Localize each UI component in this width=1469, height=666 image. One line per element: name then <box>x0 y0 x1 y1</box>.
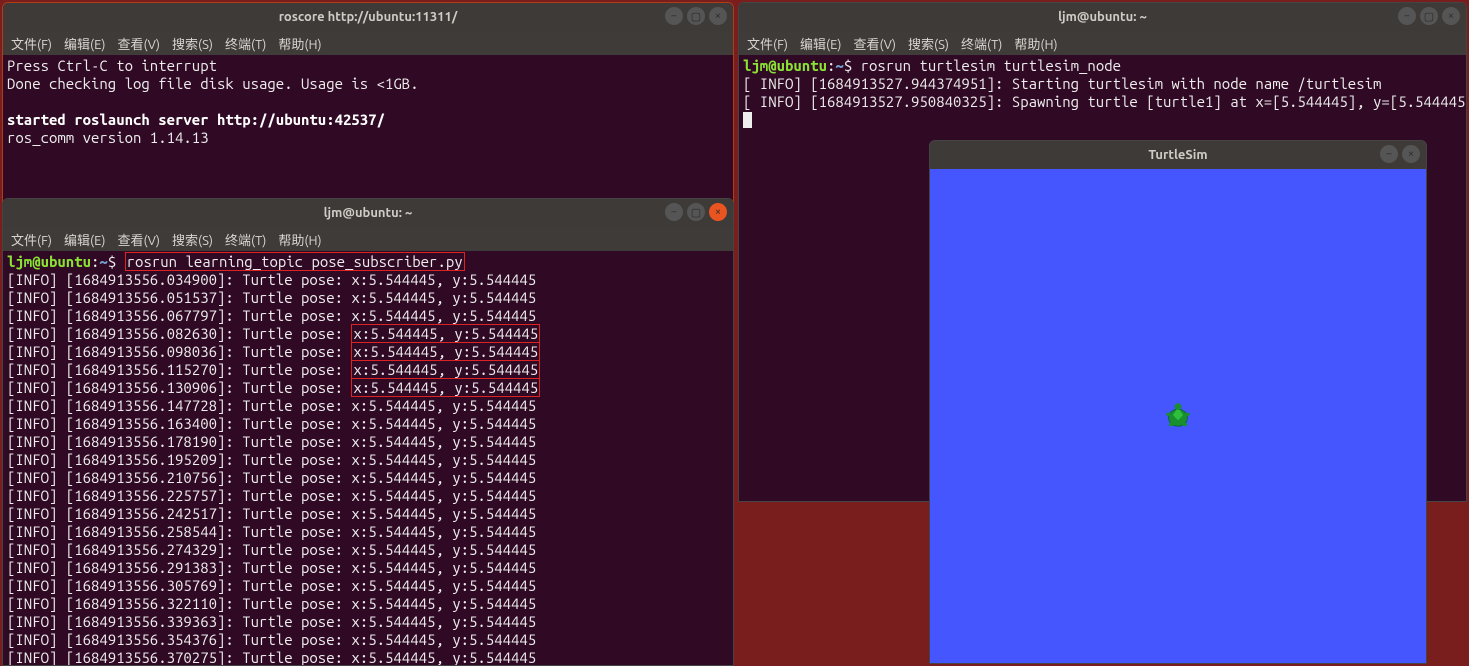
menu-item[interactable]: 搜索(S) <box>908 34 949 53</box>
menu-item[interactable]: 查看(V) <box>854 34 896 53</box>
menu-item[interactable]: 编辑(E) <box>800 34 841 53</box>
window-controls: − ▢ × <box>665 7 727 25</box>
minimize-icon[interactable]: − <box>665 203 683 221</box>
maximize-icon[interactable]: ▢ <box>1420 7 1438 25</box>
window-controls: − ▢ × <box>1398 7 1460 25</box>
titlebar-turtlenode[interactable]: ljm@ubuntu: ~ − ▢ × <box>739 3 1466 31</box>
titlebar-roscore[interactable]: roscore http://ubuntu:11311/ − ▢ × <box>3 3 733 31</box>
title-text: ljm@ubuntu: ~ <box>324 206 413 220</box>
title-text: roscore http://ubuntu:11311/ <box>279 10 458 24</box>
menu-item[interactable]: 文件(F) <box>11 230 52 249</box>
menu-item[interactable]: 帮助(H) <box>278 34 321 53</box>
close-icon[interactable]: × <box>709 7 727 25</box>
terminal-subscriber[interactable]: ljm@ubuntu: ~ − ▢ × 文件(F) 编辑(E) 查看(V) 搜索(S)… <box>2 198 734 666</box>
minimize-icon[interactable]: − <box>665 7 683 25</box>
close-icon[interactable]: × <box>1442 7 1460 25</box>
minimize-icon[interactable]: − <box>1398 7 1416 25</box>
menu-item[interactable]: 查看(V) <box>118 230 160 249</box>
menubar-turtlenode: 文件(F) 编辑(E) 查看(V) 搜索(S) 终端(T) 帮助(H) <box>739 31 1466 55</box>
menu-item[interactable]: 搜索(S) <box>172 230 213 249</box>
title-text: ljm@ubuntu: ~ <box>1058 10 1147 24</box>
menubar-subscriber: 文件(F) 编辑(E) 查看(V) 搜索(S) 终端(T) 帮助(H) <box>3 227 733 251</box>
menu-item[interactable]: 终端(T) <box>225 230 266 249</box>
maximize-icon[interactable]: ▢ <box>687 7 705 25</box>
title-text: TurtleSim <box>1148 148 1207 162</box>
terminal-body-turtlenode[interactable]: ljm@ubuntu:~$ rosrun turtlesim turtlesim… <box>739 55 1466 131</box>
maximize-icon[interactable]: ▢ <box>687 203 705 221</box>
window-controls: − ▢ × <box>665 203 727 221</box>
close-icon[interactable]: × <box>709 203 727 221</box>
menubar-roscore: 文件(F) 编辑(E) 查看(V) 搜索(S) 终端(T) 帮助(H) <box>3 31 733 55</box>
titlebar-subscriber[interactable]: ljm@ubuntu: ~ − ▢ × <box>3 199 733 227</box>
menu-item[interactable]: 文件(F) <box>11 34 52 53</box>
terminal-body-subscriber[interactable]: ljm@ubuntu:~$ rosrun learning_topic pose… <box>3 251 733 666</box>
menu-item[interactable]: 终端(T) <box>961 34 1002 53</box>
menu-item[interactable]: 编辑(E) <box>64 230 105 249</box>
turtlesim-canvas[interactable] <box>930 169 1426 663</box>
terminal-body-roscore[interactable]: Press Ctrl-C to interrupt Done checking … <box>3 55 733 185</box>
titlebar-turtlesim[interactable]: TurtleSim − × <box>930 141 1426 169</box>
close-icon[interactable]: × <box>1402 145 1420 163</box>
minimize-icon[interactable]: − <box>1380 145 1398 163</box>
menu-item[interactable]: 查看(V) <box>118 34 160 53</box>
menu-item[interactable]: 帮助(H) <box>278 230 321 249</box>
menu-item[interactable]: 搜索(S) <box>172 34 213 53</box>
menu-item[interactable]: 编辑(E) <box>64 34 105 53</box>
menu-item[interactable]: 文件(F) <box>747 34 788 53</box>
turtle-icon <box>1161 399 1195 433</box>
menu-item[interactable]: 终端(T) <box>225 34 266 53</box>
turtlesim-window[interactable]: TurtleSim − × <box>929 140 1427 664</box>
window-controls: − × <box>1380 145 1420 163</box>
menu-item[interactable]: 帮助(H) <box>1014 34 1057 53</box>
